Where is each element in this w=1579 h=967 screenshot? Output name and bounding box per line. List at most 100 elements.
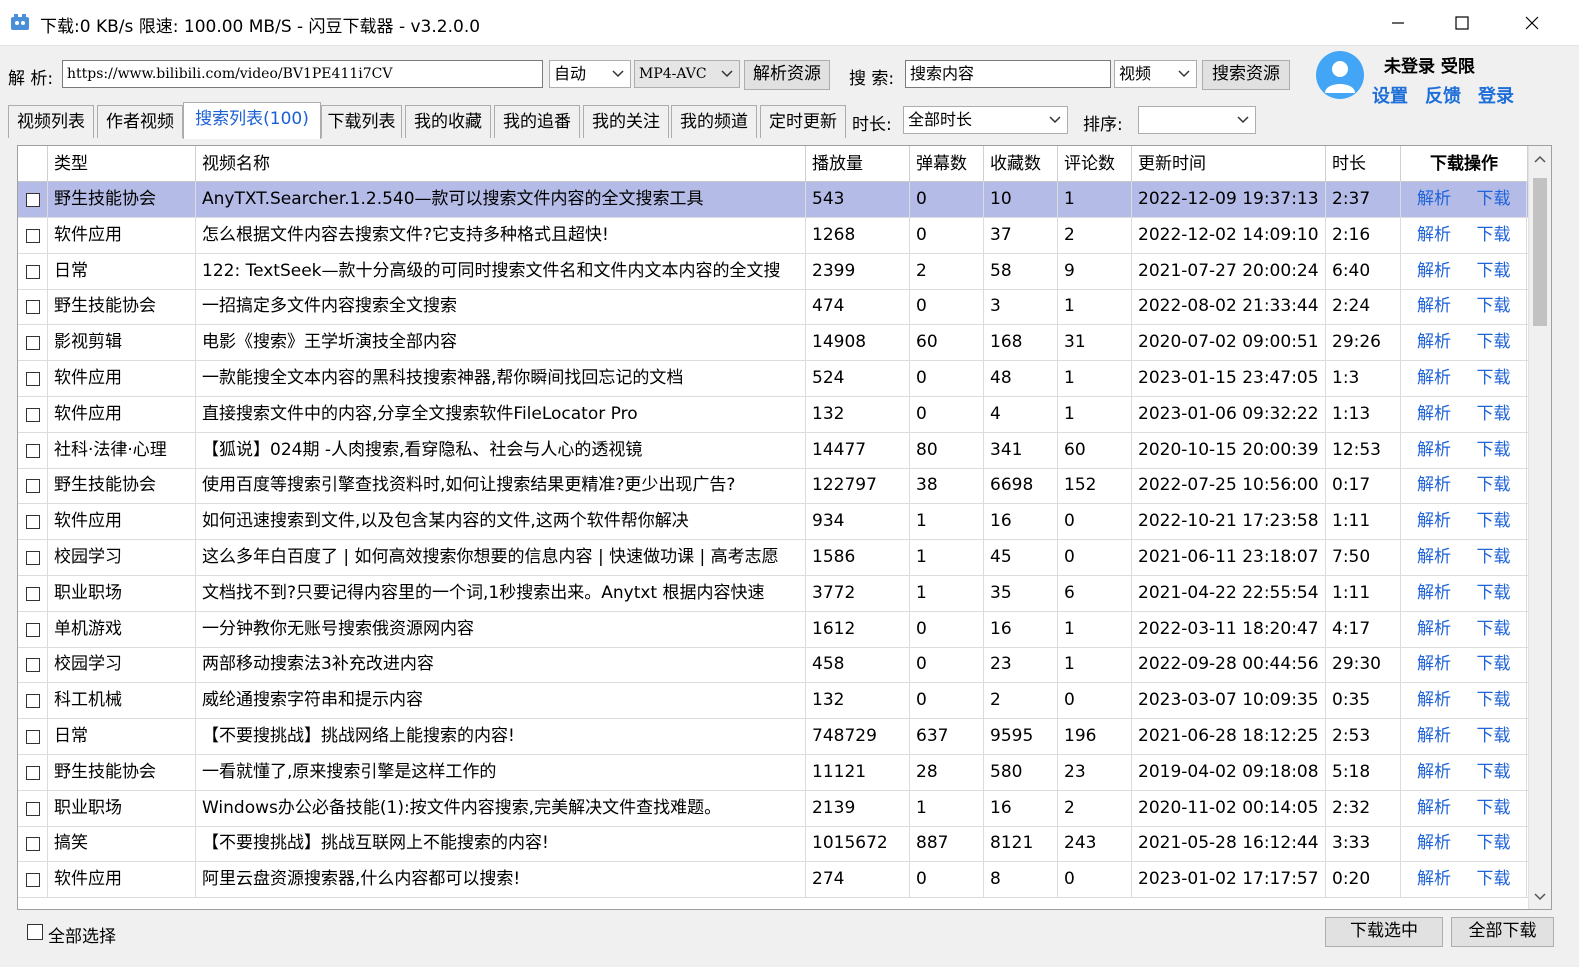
- parse-link[interactable]: 解析: [1401, 647, 1467, 683]
- row-checkbox[interactable]: [26, 372, 40, 386]
- download-link[interactable]: 下载: [1461, 647, 1527, 684]
- parse-link[interactable]: 解析: [1401, 361, 1467, 397]
- table-row[interactable]: 野生技能协会 AnyTXT.Searcher.1.2.540—款可以搜索文件内容的…: [18, 182, 1528, 218]
- row-checkbox[interactable]: [26, 658, 40, 673]
- table-row[interactable]: 影视剪辑 电影《搜索》王学圻演技全部内容 14908 60 168 31 2020-07-0…: [18, 325, 1528, 362]
- tab-video-list[interactable]: 视频列表: [8, 105, 94, 138]
- parse-link[interactable]: 解析: [1401, 182, 1467, 218]
- download-link[interactable]: 下载: [1461, 611, 1527, 648]
- row-checkbox[interactable]: [26, 622, 40, 637]
- row-checkbox[interactable]: [26, 551, 40, 565]
- table-row[interactable]: 日常 【不要搜挑战】挑战网络上能搜索的内容! 748729 637 9595 196 202…: [18, 719, 1528, 755]
- column-header-actions[interactable]: 下载操作: [1401, 146, 1528, 182]
- url-input[interactable]: https://www.bilibili.com/video/BV1PE411i…: [62, 60, 543, 88]
- row-checkbox[interactable]: [26, 193, 40, 207]
- parse-link[interactable]: 解析: [1401, 218, 1467, 254]
- parse-link[interactable]: 解析: [1401, 791, 1467, 827]
- parse-link[interactable]: 解析: [1401, 397, 1467, 433]
- scroll-up-icon[interactable]: [1534, 154, 1546, 164]
- row-checkbox[interactable]: [26, 300, 40, 315]
- table-row[interactable]: 野生技能协会 一看就懂了,原来搜索引擎是这样工作的 11121 28 580 23 2019…: [18, 754, 1528, 791]
- tab-search-list[interactable]: 搜索列表(100): [183, 102, 321, 139]
- tab-download-list[interactable]: 下载列表: [321, 105, 402, 138]
- row-checkbox[interactable]: [26, 837, 40, 852]
- search-input[interactable]: 搜索内容: [905, 60, 1111, 88]
- parse-link[interactable]: 解析: [1401, 433, 1467, 469]
- parse-link[interactable]: 解析: [1401, 289, 1467, 325]
- table-row[interactable]: 单机游戏 一分钟教你无账号搜索俄资源网内容 1612 0 16 1 2022-03-11 1…: [18, 611, 1528, 648]
- download-link[interactable]: 下载: [1461, 683, 1527, 720]
- search-type-select[interactable]: 视频: [1114, 60, 1197, 88]
- parse-link[interactable]: 解析: [1401, 683, 1467, 719]
- row-checkbox[interactable]: [26, 228, 40, 243]
- download-link[interactable]: 下载: [1461, 182, 1527, 218]
- table-row[interactable]: 软件应用 如何迅速搜索到文件,以及包含某内容的文件,这两个软件帮你解决 934 1 16…: [18, 504, 1528, 541]
- parse-link[interactable]: 解析: [1401, 468, 1467, 504]
- maximize-button[interactable]: [1427, 0, 1497, 46]
- parse-link[interactable]: 解析: [1401, 504, 1467, 540]
- parse-link[interactable]: 解析: [1401, 719, 1467, 755]
- table-row[interactable]: 软件应用 一款能搜全文本内容的黑科技搜索神器,帮你瞬间找回忘记的文档 524 0 48 1…: [18, 361, 1528, 397]
- column-header-updated[interactable]: 更新时间: [1132, 146, 1326, 182]
- settings-link[interactable]: 设置: [1372, 82, 1408, 108]
- column-header-favorites[interactable]: 收藏数: [984, 146, 1058, 182]
- parse-link[interactable]: 解析: [1401, 612, 1467, 648]
- scrollbar-thumb[interactable]: [1533, 178, 1547, 326]
- row-checkbox[interactable]: [26, 765, 40, 780]
- row-checkbox[interactable]: [26, 479, 40, 494]
- table-row[interactable]: 社科·法律·心理 【狐说】024期 -人肉搜索,看穿隐私、社会与人心的透视镜 144…: [18, 432, 1528, 469]
- minimize-button[interactable]: [1363, 0, 1433, 46]
- format-select[interactable]: MP4-AVC: [634, 60, 740, 88]
- row-checkbox[interactable]: [26, 694, 40, 709]
- row-checkbox[interactable]: [26, 264, 40, 279]
- column-header-duration[interactable]: 时长: [1326, 146, 1401, 182]
- table-row[interactable]: 校园学习 这么多年白百度了 | 如何高效搜索你想要的信息内容 | 快速做功课 | …: [18, 540, 1528, 576]
- download-selected-button[interactable]: 下载选中: [1325, 917, 1443, 947]
- parse-link[interactable]: 解析: [1401, 540, 1467, 576]
- table-row[interactable]: 校园学习 两部移动搜索法3补充改进内容 458 0 23 1 2022-09-28 00:4…: [18, 647, 1528, 684]
- download-link[interactable]: 下载: [1461, 826, 1527, 863]
- parse-resource-button[interactable]: 解析资源: [744, 60, 830, 90]
- row-checkbox[interactable]: [26, 586, 40, 601]
- parse-link[interactable]: 解析: [1401, 755, 1467, 791]
- row-checkbox[interactable]: [26, 407, 40, 422]
- select-all-checkbox[interactable]: [27, 924, 43, 940]
- close-button[interactable]: [1497, 0, 1567, 46]
- table-row[interactable]: 软件应用 直接搜索文件中的内容,分享全文搜索软件FileLocator Pro 13…: [18, 396, 1528, 433]
- scroll-down-icon[interactable]: [1534, 892, 1546, 902]
- download-link[interactable]: 下载: [1461, 540, 1527, 576]
- download-link[interactable]: 下载: [1461, 217, 1527, 254]
- row-checkbox[interactable]: [26, 730, 40, 744]
- table-row[interactable]: 野生技能协会 使用百度等搜索引擎查找资料时,如何让搜索结果更精准?更少出现广告? 1…: [18, 468, 1528, 505]
- download-link[interactable]: 下载: [1461, 325, 1527, 362]
- table-row[interactable]: 野生技能协会 一招搞定多文件内容搜索全文搜索 474 0 3 1 2022-08-02 21…: [18, 289, 1528, 326]
- row-checkbox[interactable]: [26, 515, 40, 530]
- column-header-danmaku[interactable]: 弹幕数: [910, 146, 984, 182]
- column-header-title[interactable]: 视频名称: [196, 146, 806, 182]
- download-link[interactable]: 下载: [1461, 790, 1527, 827]
- tab-author-videos[interactable]: 作者视频: [97, 105, 183, 138]
- download-link[interactable]: 下载: [1461, 504, 1527, 541]
- download-link[interactable]: 下载: [1461, 253, 1527, 290]
- download-all-button[interactable]: 全部下载: [1451, 917, 1554, 947]
- download-link[interactable]: 下载: [1461, 862, 1527, 899]
- table-row[interactable]: 软件应用 怎么根据文件内容去搜索文件?它支持多种格式且超快! 1268 0 37 2 202…: [18, 217, 1528, 254]
- download-link[interactable]: 下载: [1461, 361, 1527, 397]
- column-header-views[interactable]: 播放量: [806, 146, 910, 182]
- table-row[interactable]: 职业职场 文档找不到?只要记得内容里的一个词,1秒搜索出来。Anytxt 根据内容…: [18, 575, 1528, 612]
- download-link[interactable]: 下载: [1461, 754, 1527, 791]
- vertical-scrollbar[interactable]: [1528, 146, 1551, 909]
- table-row[interactable]: 职业职场 Windows办公必备技能(1):按文件内容搜索,完美解决文件查找难题。…: [18, 790, 1528, 827]
- download-link[interactable]: 下载: [1461, 289, 1527, 326]
- duration-select[interactable]: 全部时长: [903, 106, 1068, 134]
- row-checkbox[interactable]: [26, 443, 40, 458]
- download-link[interactable]: 下载: [1461, 468, 1527, 505]
- table-row[interactable]: 软件应用 阿里云盘资源搜索器,什么内容都可以搜索! 274 0 8 0 2023-01-02…: [18, 862, 1528, 899]
- tab-channels[interactable]: 我的频道: [671, 105, 757, 138]
- parse-link[interactable]: 解析: [1401, 862, 1467, 898]
- download-link[interactable]: 下载: [1461, 575, 1527, 612]
- tab-bangumi[interactable]: 我的追番: [494, 105, 580, 138]
- tab-following[interactable]: 我的关注: [583, 105, 669, 138]
- feedback-link[interactable]: 反馈: [1425, 82, 1461, 108]
- table-row[interactable]: 搞笑 【不要搜挑战】挑战互联网上不能搜索的内容! 1015672 887 8121 243…: [18, 826, 1528, 863]
